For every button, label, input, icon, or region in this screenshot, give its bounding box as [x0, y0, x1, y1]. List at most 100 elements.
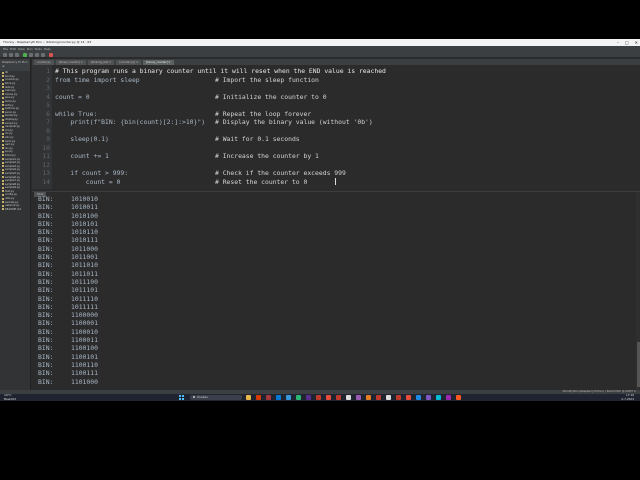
menu-view[interactable]: View [18, 47, 25, 51]
file-name: uart.py [5, 143, 15, 147]
shell-output-line: BIN: 1011001 [38, 253, 98, 261]
menu-tools[interactable]: Tools [34, 47, 41, 51]
save-icon[interactable] [15, 53, 19, 57]
step-over-icon[interactable] [35, 53, 39, 57]
bin-label: BIN: [38, 219, 54, 228]
app-icon-red-3[interactable] [326, 395, 331, 400]
office-icon[interactable] [256, 395, 261, 400]
bin-label: BIN: [38, 344, 54, 353]
app-icon-orange[interactable] [366, 395, 371, 400]
maximize-button[interactable]: □ [625, 39, 629, 46]
title-bar: Thonny - RaspberryPi Pico :: /blinking/c… [0, 39, 640, 46]
file-icon [2, 107, 4, 110]
binary-value: 1010011 [71, 203, 98, 212]
chrome-icon[interactable] [346, 395, 351, 400]
code-line[interactable]: 13 if count > 999: # Check if the counter… [32, 169, 640, 178]
taskbar-search[interactable]: Zoeken [190, 395, 242, 400]
store-icon[interactable] [286, 395, 291, 400]
shell-output-line: BIN: 1010110 [38, 228, 98, 236]
bin-label: BIN: [38, 311, 54, 320]
code-line[interactable]: 5 [32, 101, 640, 110]
app-icon-red[interactable] [266, 395, 271, 400]
code-line[interactable]: 8 [32, 127, 640, 136]
spotify-icon[interactable] [296, 395, 301, 400]
teams-icon[interactable] [306, 395, 311, 400]
thonny-window: Thonny - RaspberryPi Pico :: /blinking/c… [0, 39, 640, 401]
line-number: 12 [42, 160, 50, 169]
file-browser-header: Raspberry Pi Pico ≡ [0, 59, 30, 71]
file-icon [2, 136, 4, 139]
debug-icon[interactable] [29, 53, 33, 57]
new-file-icon[interactable] [3, 53, 7, 57]
code-line[interactable]: 7 print(f"BIN: {bin(count)[2:]:>10}") # D… [32, 118, 640, 127]
line-number: 14 [42, 177, 50, 186]
menu-edit[interactable]: Edit [10, 47, 16, 51]
windows-start-icon[interactable] [179, 395, 184, 400]
step-into-icon[interactable] [41, 53, 45, 57]
app-icon-red-4[interactable] [336, 395, 341, 400]
shell-output-line: BIN: 1100110 [38, 361, 98, 369]
app-icon-magenta[interactable] [446, 395, 451, 400]
app-icon-red-7[interactable] [406, 395, 411, 400]
code-line[interactable]: 14 count = 0 # Reset the counter to 0 [32, 178, 640, 187]
code-line[interactable]: 4 count = 0 # Initialize the counter to 0 [32, 93, 640, 102]
app-icon-cyan[interactable] [436, 395, 441, 400]
shell-scrollbar[interactable] [636, 192, 640, 391]
shell-output-line: BIN: 1100000 [38, 311, 98, 319]
line-number: 10 [42, 143, 50, 152]
system-tray[interactable]: 17:16 2-7-2024 [621, 393, 634, 401]
bin-label: BIN: [38, 261, 54, 270]
file-icon [2, 190, 4, 193]
window-title: Thonny - RaspberryPi Pico :: /blinking/c… [3, 40, 92, 44]
code-line[interactable]: 2 from time import sleep # Import the slee… [32, 76, 640, 85]
vscode-icon[interactable] [416, 395, 421, 400]
code-line[interactable]: 9 sleep(0.1) # Wait for 0.1 seconds [32, 135, 640, 144]
code-editor[interactable]: 1 # This program runs a binary counter un… [32, 65, 640, 189]
code-line[interactable]: 12 [32, 161, 640, 170]
file-icon [2, 129, 4, 132]
file-icon [2, 168, 4, 171]
shell-output-line: BIN: 1010100 [38, 212, 98, 220]
menu-help[interactable]: Help [44, 47, 51, 51]
code-text: print(f"BIN: {bin(count)[2:]:>10}") [55, 118, 206, 126]
code-line[interactable]: 10 [32, 144, 640, 153]
line-number: 6 [46, 109, 50, 118]
file-name: neopixel.py [5, 125, 20, 129]
code-text: from time import sleep [55, 75, 140, 84]
run-icon[interactable] [23, 53, 27, 57]
code-line[interactable]: 1 # This program runs a binary counter un… [32, 67, 640, 76]
shell-output-line: BIN: 1011110 [38, 295, 98, 303]
code-line[interactable]: 6 while True: # Repeat the loop forever [32, 110, 640, 119]
shell-panel[interactable]: Shell BIN: 1010010 BIN: 1010011 BIN: 1010100 B… [32, 191, 640, 391]
app-icon-red-6[interactable] [396, 395, 401, 400]
code-line[interactable]: 3 [32, 84, 640, 93]
sidebar-file-item[interactable]: README.md [0, 208, 30, 212]
minimize-button[interactable]: – [617, 39, 619, 46]
open-file-icon[interactable] [9, 53, 13, 57]
app-icon-deep-orange[interactable] [456, 395, 461, 400]
file-name: sample2.py [5, 161, 21, 165]
app-icon-violet[interactable] [426, 395, 431, 400]
app-icon-red-2[interactable] [316, 395, 321, 400]
bin-label: BIN: [38, 352, 54, 361]
code-comment: # Repeat the loop forever [215, 109, 312, 118]
shell-output-line: BIN: 1011011 [38, 270, 98, 278]
code-comment: # Wait for 0.1 seconds [215, 135, 300, 143]
file-name: buzzer.py [5, 114, 18, 118]
line-number: 11 [42, 152, 50, 160]
code-comment: # Import the sleep function [215, 75, 319, 84]
file-explorer-icon[interactable] [246, 395, 251, 400]
shell-output-line: BIN: 1101000 [38, 378, 98, 386]
app-icon-purple[interactable] [356, 395, 361, 400]
binary-value: 1100111 [71, 369, 98, 378]
weather-widget[interactable]: 10°C Bewölkt [4, 393, 16, 401]
edge-icon[interactable] [276, 395, 281, 400]
stop-icon[interactable] [49, 53, 53, 57]
menu-run[interactable]: Run [27, 47, 33, 51]
app-icon-white[interactable] [386, 395, 391, 400]
close-button[interactable]: ✕ [635, 39, 638, 46]
line-number: 7 [46, 118, 50, 126]
code-line[interactable]: 11 count += 1 # Increase the counter by 1 [32, 152, 640, 161]
app-icon-red-5[interactable] [376, 395, 381, 400]
menu-file[interactable]: File [3, 47, 8, 51]
